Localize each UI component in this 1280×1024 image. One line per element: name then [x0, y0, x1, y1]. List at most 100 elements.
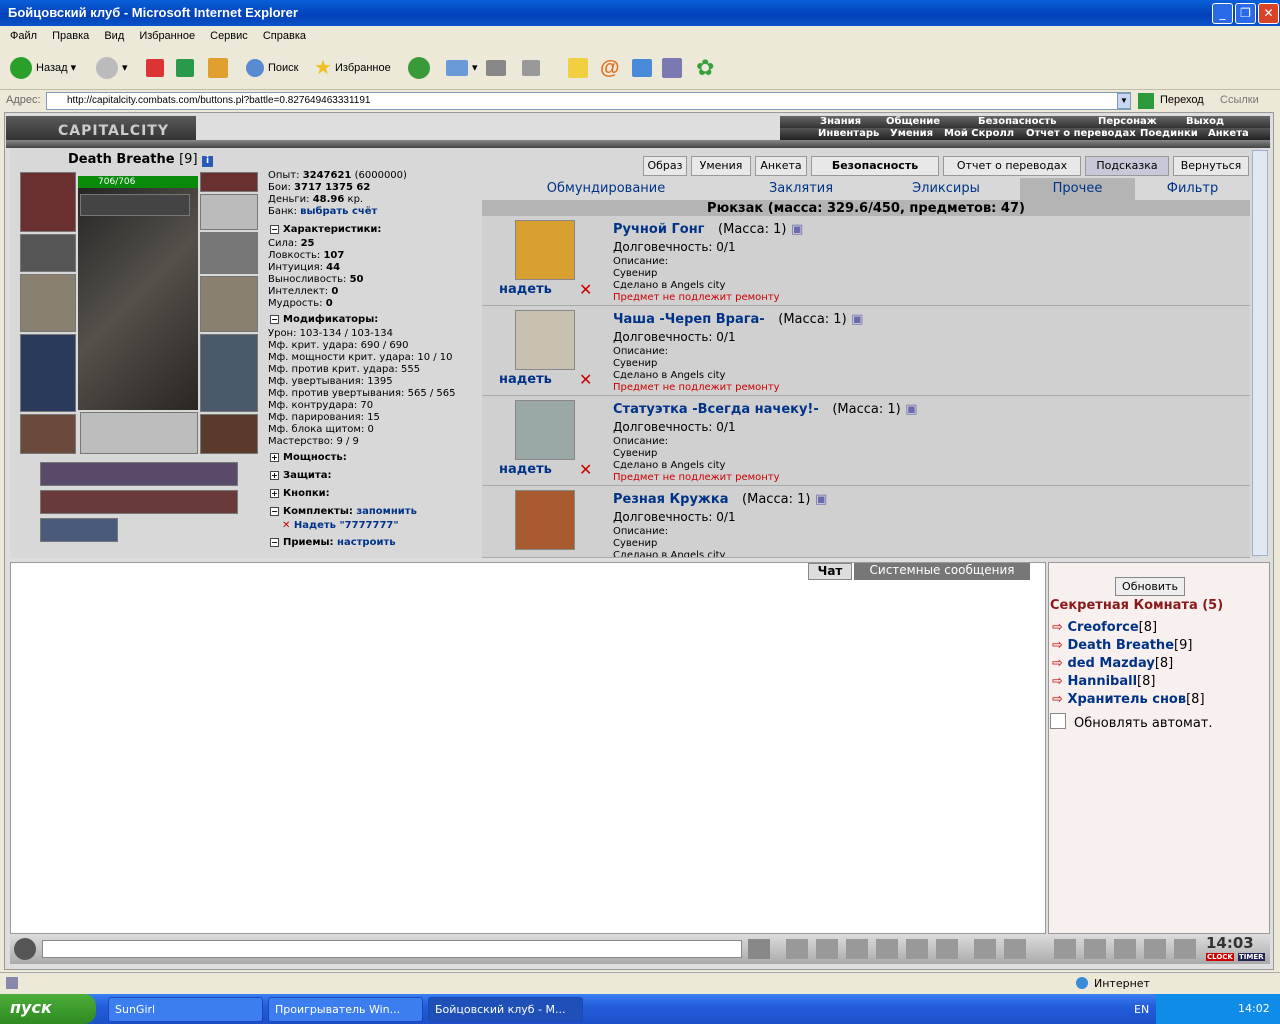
tab-system-messages[interactable]: Системные сообщения: [854, 563, 1030, 580]
weapon-left-slot[interactable]: [20, 274, 76, 332]
btn-return[interactable]: Вернуться: [1173, 156, 1249, 176]
bag-icon[interactable]: [1054, 939, 1076, 959]
icq-button[interactable]: ✿: [696, 56, 714, 80]
inventory-scrollbar[interactable]: [1252, 150, 1268, 556]
tab-spells[interactable]: Заклятия: [730, 178, 872, 200]
cloak-slot[interactable]: [20, 334, 76, 412]
btn-hint[interactable]: Подсказка: [1085, 156, 1169, 176]
btn-skills[interactable]: Умения: [691, 156, 751, 176]
weapon-right-slot[interactable]: [200, 276, 258, 332]
tab-elixirs[interactable]: Эликсиры: [872, 178, 1020, 200]
task-media-player[interactable]: Проигрыватель Win...: [268, 997, 423, 1022]
info-icon[interactable]: i: [202, 156, 214, 167]
tab-other[interactable]: Прочее: [1020, 178, 1135, 200]
gloves-slot[interactable]: [200, 232, 258, 274]
filter-icon[interactable]: [816, 939, 838, 959]
rings-slot[interactable]: [200, 194, 258, 230]
bank-select-link[interactable]: выбрать счёт: [300, 206, 377, 217]
settings-icon[interactable]: [1144, 939, 1166, 959]
notes-button[interactable]: [568, 56, 592, 80]
task-browser[interactable]: Бойцовский клуб - М...: [428, 997, 583, 1022]
online-user[interactable]: ⇨ Death Breathe[9]: [1052, 638, 1192, 653]
belt-slot[interactable]: [20, 414, 76, 454]
mail-button[interactable]: ▾: [446, 56, 478, 80]
online-user[interactable]: ⇨ ded Mazday[8]: [1052, 656, 1173, 671]
btn-transfers-report[interactable]: Отчет о переводах: [943, 156, 1081, 176]
item-name-text[interactable]: Ручной Гонг: [613, 222, 704, 237]
modifiers-header[interactable]: − Модификаторы:: [270, 314, 378, 325]
menu-edit[interactable]: Правка: [52, 30, 89, 42]
fight-icon[interactable]: [1114, 939, 1136, 959]
mail-at-button[interactable]: @: [600, 56, 620, 80]
user-name[interactable]: Хранитель снов: [1067, 692, 1186, 707]
translit-icon[interactable]: [906, 939, 928, 959]
remember-set-link[interactable]: запомнить: [356, 506, 417, 517]
forward-button[interactable]: ▾: [96, 56, 128, 80]
wear-link[interactable]: надеть: [499, 282, 552, 297]
delete-icon[interactable]: ✕: [579, 370, 592, 389]
helmet-slot[interactable]: [20, 172, 76, 232]
start-button[interactable]: пуск: [0, 994, 96, 1024]
exit-icon[interactable]: [1174, 939, 1196, 959]
collapse-icon[interactable]: −: [270, 538, 279, 547]
power-header[interactable]: + Мощность:: [270, 452, 347, 463]
buttons-header[interactable]: + Кнопки:: [270, 488, 330, 499]
collapse-icon[interactable]: −: [270, 315, 279, 324]
user-name[interactable]: ded Mazday: [1067, 656, 1154, 671]
home-button[interactable]: [208, 56, 232, 80]
maximize-button[interactable]: ❐: [1235, 3, 1256, 24]
refresh-button[interactable]: [176, 56, 198, 80]
expand-icon[interactable]: +: [270, 489, 279, 498]
nav-inventory[interactable]: Инвентарь: [818, 128, 879, 139]
online-user[interactable]: ⇨ Хранитель снов[8]: [1052, 692, 1205, 707]
user-name[interactable]: Creoforce: [1067, 620, 1138, 635]
item-image[interactable]: [515, 490, 575, 550]
item-name-text[interactable]: Резная Кружка: [613, 492, 728, 507]
nav-transfers-report[interactable]: Отчет о переводах: [1026, 128, 1136, 139]
bracers-slot[interactable]: [20, 234, 76, 272]
minimize-button[interactable]: _: [1212, 3, 1233, 24]
wear-link[interactable]: надеть: [499, 372, 552, 387]
clear-icon[interactable]: [786, 939, 808, 959]
expand-icon[interactable]: +: [270, 453, 279, 462]
characteristics-header[interactable]: − Характеристики:: [270, 224, 381, 235]
nav-my-scroll[interactable]: Мой Скролл: [944, 128, 1014, 139]
sets-header[interactable]: − Комплекты: запомнить: [270, 506, 417, 517]
refresh-button[interactable]: Обновить: [1115, 577, 1185, 596]
techniques-header[interactable]: − Приемы: настроить: [270, 537, 396, 548]
configure-techniques-link[interactable]: настроить: [337, 537, 396, 548]
item-image[interactable]: [515, 220, 575, 280]
nav-profile[interactable]: Анкета: [1208, 128, 1249, 139]
armor-legs-slot[interactable]: [200, 334, 258, 412]
nav-communication[interactable]: Общение: [886, 116, 940, 127]
menu-view[interactable]: Вид: [104, 30, 124, 42]
nav-skills[interactable]: Умения: [890, 128, 933, 139]
search-button[interactable]: Поиск: [246, 56, 298, 80]
btn-image[interactable]: Образ: [643, 156, 687, 176]
smiley-icon[interactable]: [974, 939, 996, 959]
back-button[interactable]: Назад ▾: [10, 56, 76, 80]
delete-icon[interactable]: ✕: [579, 280, 592, 299]
tab-equipment[interactable]: Обмундирование: [482, 178, 730, 200]
delete-icon[interactable]: ✕: [282, 520, 290, 531]
collapse-icon[interactable]: −: [270, 507, 279, 516]
spell-slots-row1[interactable]: [40, 462, 238, 486]
nav-character[interactable]: Персонаж: [1098, 116, 1157, 127]
send-icon[interactable]: [748, 939, 770, 959]
go-button[interactable]: Переход: [1160, 94, 1204, 106]
nav-knowledge[interactable]: Знания: [820, 116, 861, 127]
tab-chat[interactable]: Чат: [808, 563, 852, 580]
edit-button[interactable]: [522, 56, 544, 80]
delete-icon[interactable]: ✕: [579, 460, 592, 479]
language-indicator[interactable]: EN: [1134, 1003, 1149, 1016]
item-image[interactable]: [515, 310, 575, 370]
defense-header[interactable]: + Защита:: [270, 470, 331, 481]
earrings-slot[interactable]: [200, 172, 258, 192]
expand-icon[interactable]: +: [270, 471, 279, 480]
helmet-icon[interactable]: [1004, 939, 1026, 959]
item-name-text[interactable]: Чаша -Череп Врага-: [613, 312, 765, 327]
wear-set-link[interactable]: Надеть "7777777": [294, 520, 399, 531]
item-name-text[interactable]: Статуэтка -Всегда начеку!-: [613, 402, 819, 417]
favorites-button[interactable]: ★ Избранное: [314, 56, 391, 80]
task-sungirl[interactable]: SunGirl: [108, 997, 263, 1022]
